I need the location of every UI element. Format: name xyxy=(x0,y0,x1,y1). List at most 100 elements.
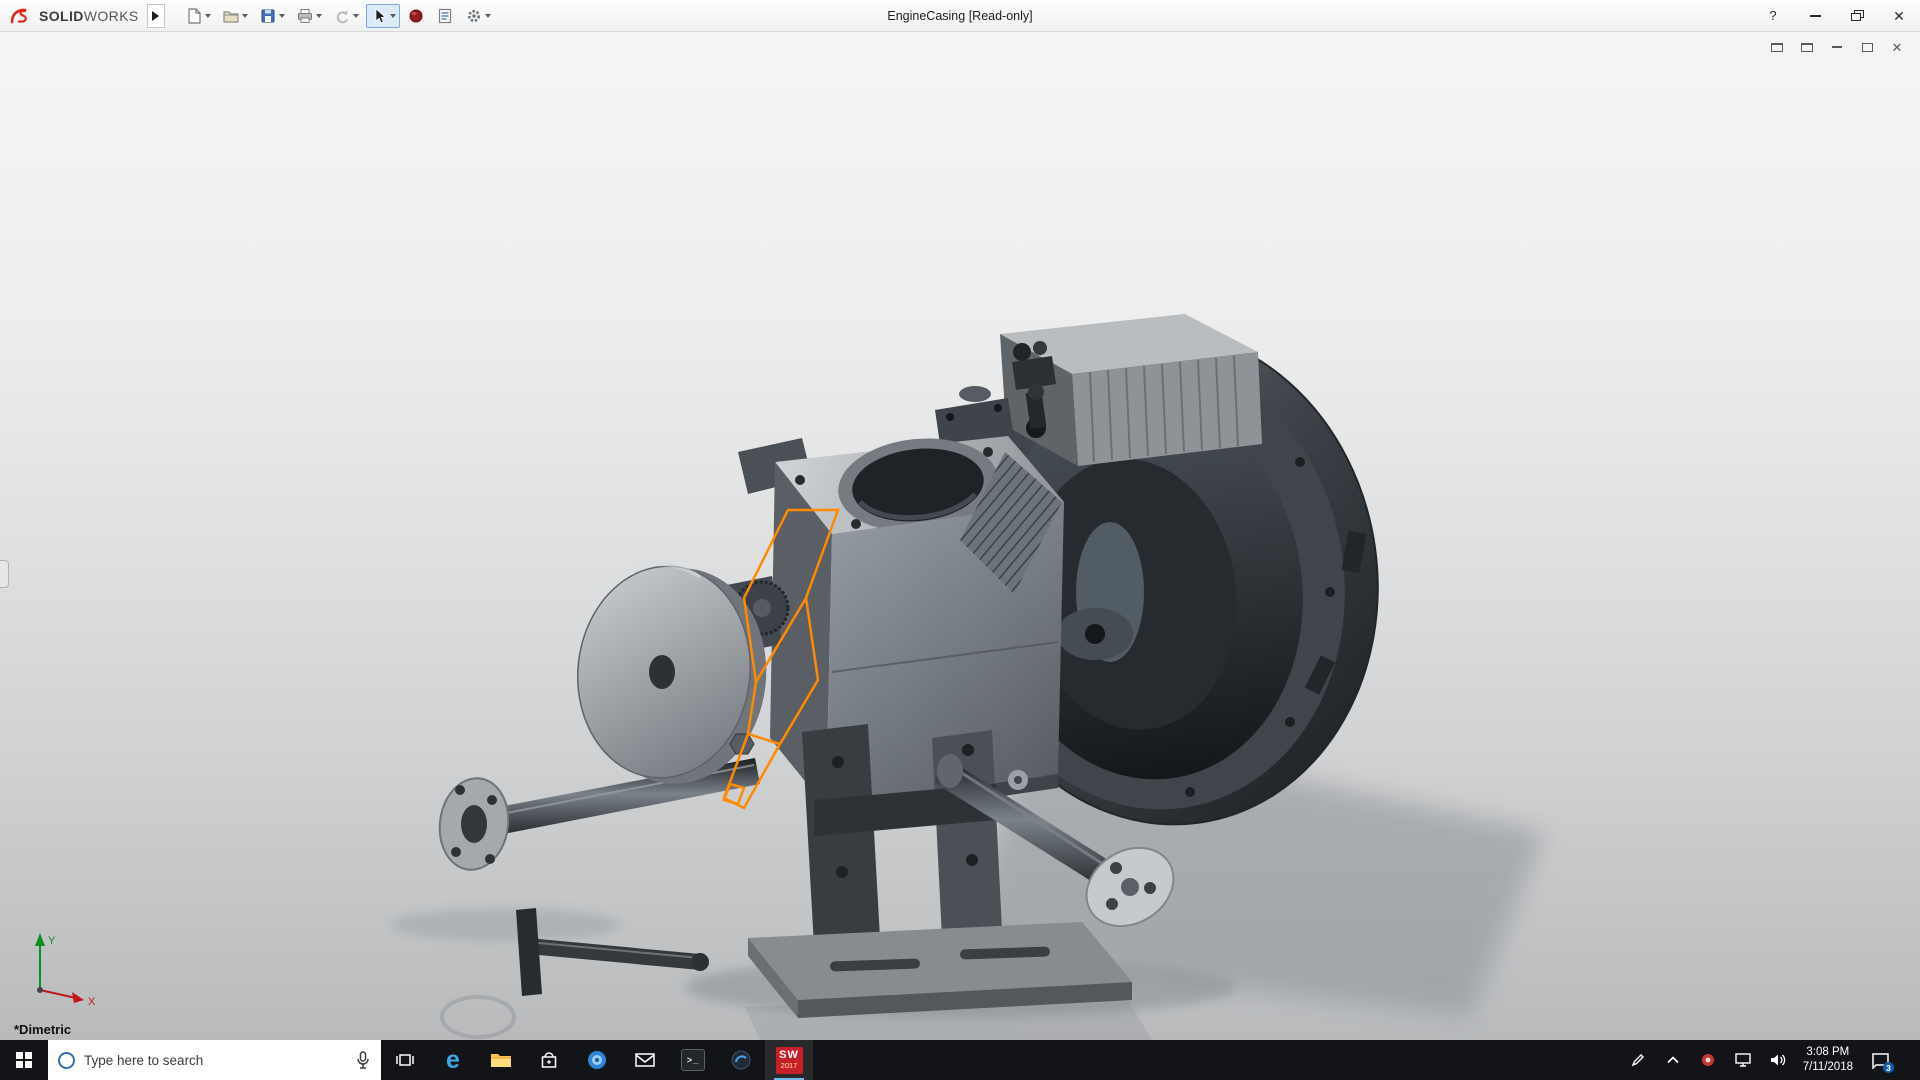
new-document-icon xyxy=(188,7,201,24)
dropdown-caret-icon[interactable] xyxy=(352,13,359,18)
doc-maximize-icon xyxy=(1861,42,1873,52)
dropdown-caret-icon[interactable] xyxy=(204,13,211,18)
select-button[interactable] xyxy=(365,3,400,28)
file-explorer-icon xyxy=(491,1054,511,1067)
tray-volume-button[interactable] xyxy=(1768,1047,1788,1073)
file-properties-button[interactable] xyxy=(432,4,458,28)
doc-minimize-icon xyxy=(1832,46,1842,48)
feature-manager-collapsed-tab[interactable] xyxy=(0,560,9,588)
graphics-area[interactable]: ✕ Y X *Dimetric xyxy=(0,32,1920,1040)
windows-ink-button[interactable] xyxy=(1628,1047,1648,1073)
dropdown-caret-icon[interactable] xyxy=(315,13,322,18)
task-view-button[interactable] xyxy=(381,1040,429,1080)
minimize-button[interactable] xyxy=(1794,0,1836,31)
taskbar-app-dark[interactable] xyxy=(717,1040,765,1080)
open-folder-icon xyxy=(223,10,239,23)
network-icon xyxy=(1734,1053,1751,1067)
windows-logo-icon xyxy=(15,1051,33,1069)
render-sphere-icon xyxy=(409,9,423,22)
taskbar-app-circle[interactable] xyxy=(573,1040,621,1080)
help-button[interactable]: ? xyxy=(1752,0,1794,31)
doc-minimize-button[interactable] xyxy=(1828,39,1846,55)
edge-icon: e xyxy=(446,1045,460,1074)
title-bar: SOLIDWORKS EngineCasing [Read-only] ? ✕ xyxy=(0,0,1920,32)
start-button[interactable] xyxy=(0,1040,48,1080)
select-cursor-icon xyxy=(375,7,386,23)
undo-button[interactable] xyxy=(329,4,363,28)
window-title: EngineCasing [Read-only] xyxy=(887,8,1033,23)
tray-security-button[interactable] xyxy=(1698,1047,1718,1073)
taskbar-app-mail[interactable] xyxy=(621,1040,669,1080)
options-gear-icon xyxy=(467,9,480,22)
expand-arrow-icon xyxy=(152,10,160,21)
dropdown-caret-icon[interactable] xyxy=(278,13,285,18)
doc-maximize-button[interactable] xyxy=(1858,39,1876,55)
taskbar-app-store[interactable] xyxy=(525,1040,573,1080)
blue-circle-app-icon xyxy=(588,1051,606,1069)
doc-window-right-button[interactable] xyxy=(1798,39,1816,55)
standard-toolbar xyxy=(181,3,495,28)
view-orientation-label: *Dimetric xyxy=(14,1022,72,1037)
minimize-icon xyxy=(1809,14,1821,17)
save-button[interactable] xyxy=(255,4,289,28)
solidworks-window: SOLIDWORKS EngineCasing [Read-only] ? ✕ … xyxy=(0,0,1920,1080)
toolbar-expand-button[interactable] xyxy=(146,3,165,28)
taskbar-search[interactable] xyxy=(48,1040,381,1080)
y-axis-arrow-icon xyxy=(35,933,45,946)
print-icon xyxy=(297,8,312,23)
file-properties-icon xyxy=(438,8,451,23)
action-center-button[interactable]: 3 xyxy=(1868,1047,1894,1073)
clock-time: 3:08 PM xyxy=(1806,1046,1850,1059)
left-support-rod xyxy=(438,758,760,871)
taskbar-clock[interactable]: 3:08 PM 7/11/2018 xyxy=(1803,1045,1853,1075)
restore-button[interactable] xyxy=(1836,0,1878,31)
system-tray: 3:08 PM 7/11/2018 3 xyxy=(1620,1040,1920,1080)
orientation-triad: Y X xyxy=(35,933,96,1008)
brand-text: SOLIDWORKS xyxy=(39,7,139,24)
taskbar-app-solidworks[interactable]: SW 2017 xyxy=(765,1040,813,1080)
store-bag-icon xyxy=(541,1052,557,1068)
undo-icon xyxy=(336,10,348,23)
chevron-up-icon xyxy=(1667,1056,1679,1064)
windows-taskbar: e xyxy=(0,1040,1920,1080)
search-input[interactable] xyxy=(84,1052,346,1068)
cortana-icon xyxy=(58,1051,75,1069)
dropdown-caret-icon[interactable] xyxy=(241,13,248,18)
security-icon xyxy=(1701,1054,1714,1066)
taskbar-app-command-prompt[interactable]: >_ xyxy=(669,1040,717,1080)
doc-window-icon xyxy=(1771,42,1783,52)
notification-badge: 3 xyxy=(1883,1062,1894,1073)
options-button[interactable] xyxy=(461,4,495,28)
new-document-button[interactable] xyxy=(181,4,215,28)
print-button[interactable] xyxy=(292,4,326,28)
taskbar-app-file-explorer[interactable] xyxy=(477,1040,525,1080)
solidworks-2017-icon: SW 2017 xyxy=(775,1046,803,1074)
document-window-controls: ✕ xyxy=(1768,39,1906,55)
doc-window-left-button[interactable] xyxy=(1768,39,1786,55)
taskbar-app-edge[interactable]: e xyxy=(429,1040,477,1080)
y-axis-label: Y xyxy=(48,935,56,947)
pen-icon xyxy=(1631,1054,1644,1067)
doc-window-icon xyxy=(1801,42,1813,52)
doc-close-button[interactable]: ✕ xyxy=(1888,39,1906,55)
x-axis-label: X xyxy=(88,996,96,1008)
render-sphere-button[interactable] xyxy=(403,4,429,28)
solidworks-ds-icon xyxy=(10,8,27,23)
restore-icon xyxy=(1850,13,1861,21)
close-button[interactable]: ✕ xyxy=(1878,0,1920,31)
dropdown-caret-icon[interactable] xyxy=(484,13,491,18)
open-button[interactable] xyxy=(218,4,252,28)
window-controls: ? ✕ xyxy=(1752,0,1920,31)
engine-casing-model-canvas[interactable] xyxy=(0,32,1920,1040)
terminal-icon: >_ xyxy=(681,1049,705,1071)
solidworks-logo: SOLIDWORKS xyxy=(0,7,145,25)
dropdown-caret-icon[interactable] xyxy=(389,13,396,18)
microphone-icon[interactable] xyxy=(355,1050,371,1070)
dark-app-icon xyxy=(731,1050,751,1070)
clock-date: 7/11/2018 xyxy=(1802,1061,1853,1073)
tray-overflow-button[interactable] xyxy=(1663,1047,1683,1073)
tray-network-button[interactable] xyxy=(1733,1047,1753,1073)
mail-envelope-icon xyxy=(635,1053,655,1067)
task-view-icon xyxy=(396,1054,414,1066)
save-floppy-icon xyxy=(261,9,275,22)
